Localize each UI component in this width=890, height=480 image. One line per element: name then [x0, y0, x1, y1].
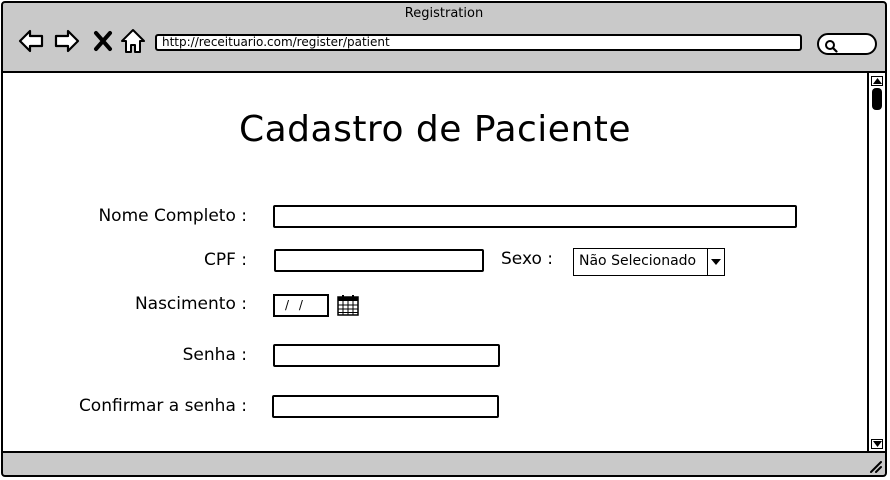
vertical-scrollbar[interactable] — [869, 71, 885, 453]
confirm-password-input[interactable] — [272, 395, 499, 418]
search-icon — [824, 38, 838, 53]
sexo-label: Sexo : — [501, 249, 554, 269]
home-icon[interactable] — [119, 27, 147, 55]
name-input[interactable] — [273, 205, 797, 228]
senha-label: Senha : — [182, 345, 247, 365]
stop-icon[interactable] — [91, 27, 115, 55]
forward-icon[interactable] — [53, 27, 81, 55]
password-input[interactable] — [273, 344, 500, 367]
browser-window: Registration http://receituario.com/regi… — [1, 1, 887, 477]
chevron-down-icon[interactable] — [707, 249, 724, 275]
sexo-selected-value: Não Selecionado — [579, 253, 697, 269]
scroll-thumb[interactable] — [872, 88, 882, 110]
confirm-password-label: Confirmar a senha : — [78, 396, 247, 416]
name-label: Nome Completo : — [98, 206, 247, 226]
browser-toolbar: http://receituario.com/register/patient — [3, 25, 885, 71]
resize-grip-icon[interactable] — [868, 458, 882, 473]
url-bar[interactable]: http://receituario.com/register/patient — [155, 34, 802, 51]
nascimento-label: Nascimento : — [134, 294, 247, 314]
browser-search-field[interactable] — [817, 33, 877, 55]
scroll-up-icon[interactable] — [871, 76, 883, 86]
calendar-icon[interactable] — [336, 293, 360, 317]
status-bar — [3, 453, 885, 475]
back-icon[interactable] — [17, 27, 45, 55]
birthdate-input[interactable]: / / — [273, 294, 329, 317]
page-title: Cadastro de Paciente — [238, 109, 632, 150]
cpf-label: CPF : — [203, 250, 247, 270]
cpf-input[interactable] — [274, 249, 484, 272]
window-title: Registration — [404, 6, 484, 21]
page-content: Cadastro de Paciente Nome Completo : CPF… — [3, 71, 869, 453]
sexo-select[interactable]: Não Selecionado — [573, 248, 725, 276]
scroll-down-icon[interactable] — [871, 439, 883, 449]
